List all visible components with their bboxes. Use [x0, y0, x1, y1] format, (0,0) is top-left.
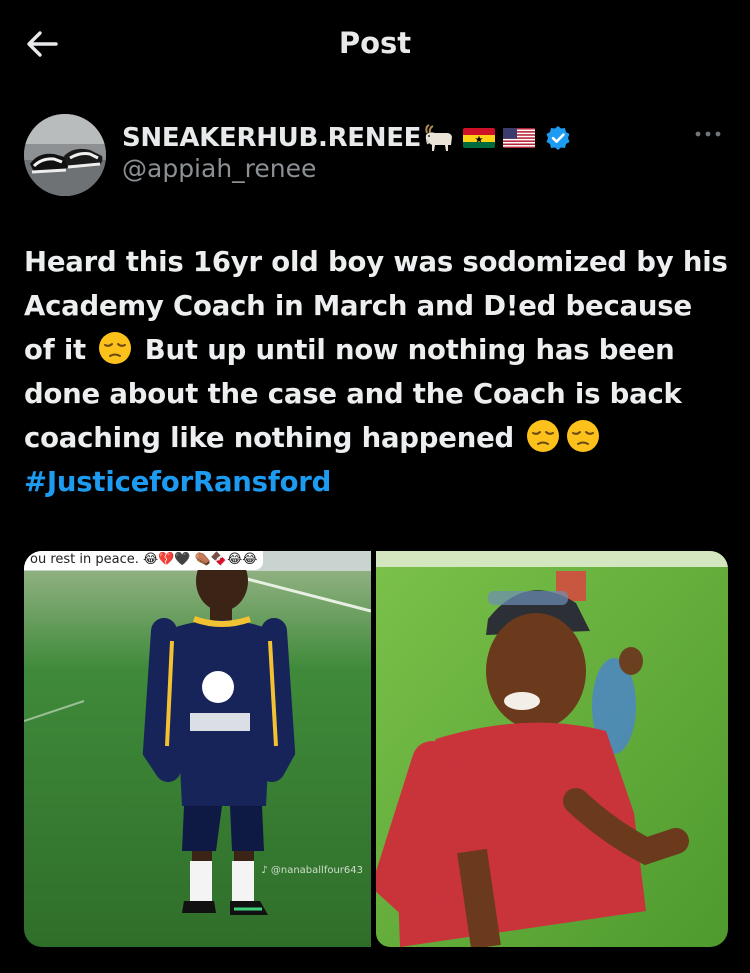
more-options-button[interactable] [690, 122, 726, 146]
verified-badge-icon [546, 126, 570, 150]
author-name-row: SNEAKERHUB.RENEE [122, 120, 571, 156]
page-title: Post [338, 26, 412, 60]
author-display-name[interactable]: SNEAKERHUB.RENEE [122, 123, 421, 153]
post-text: Heard this 16yr old boy was sodomized by… [24, 240, 730, 504]
top-bar: Post [0, 0, 750, 92]
media-image-man[interactable] [376, 551, 728, 947]
pensive-face-emoji-icon [527, 420, 560, 452]
pensive-face-emoji-icon [567, 420, 600, 452]
media-grid: ou rest in peace. 😂💔🖤 ⚰️🍫😂😂 ♪ @nanaballf… [24, 551, 728, 947]
more-horizontal-icon [695, 131, 721, 137]
author-handle[interactable]: @appiah_renee [122, 154, 316, 183]
avatar[interactable] [24, 114, 106, 196]
usa-flag-icon [503, 128, 536, 148]
hashtag-link[interactable]: #JusticeforRansford [24, 466, 331, 498]
media-image-boy[interactable]: ou rest in peace. 😂💔🖤 ⚰️🍫😂😂 ♪ @nanaballf… [24, 551, 371, 947]
ghana-flag-icon [463, 128, 496, 148]
image-caption-overlay: ou rest in peace. 😂💔🖤 ⚰️🍫😂😂 [24, 551, 264, 570]
goat-emoji-icon [423, 123, 455, 153]
image-watermark: ♪ @nanaballfour643 [261, 865, 363, 876]
pensive-face-emoji-icon [99, 332, 132, 364]
